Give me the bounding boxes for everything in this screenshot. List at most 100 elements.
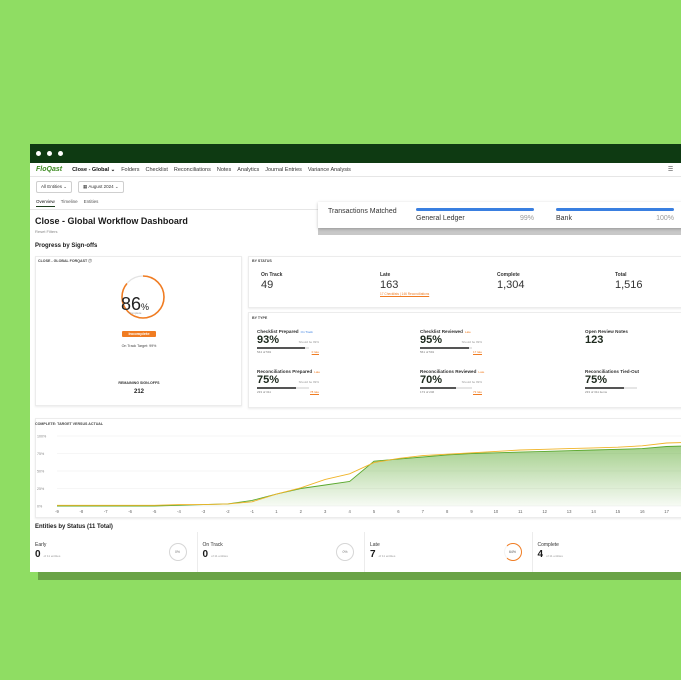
x-tick-label: 4: [348, 509, 351, 514]
nav-item-folders[interactable]: Folders: [121, 167, 139, 173]
nav-item-checklist[interactable]: Checklist: [146, 167, 168, 173]
tab-overview[interactable]: Overview: [36, 199, 55, 207]
x-tick-label: 5: [373, 509, 376, 514]
type-card-should: Should be 99%: [298, 380, 319, 384]
type-card-progress: [420, 347, 472, 349]
type-card-value: 95%: [420, 334, 443, 346]
match-value: 100%: [656, 215, 674, 222]
general-ledger-col: General Ledger 99%: [416, 208, 534, 222]
list-icon[interactable]: ☰: [668, 166, 673, 173]
type-card-late-link[interactable]: 78 late: [310, 390, 319, 394]
type-card[interactable]: Reconciliations Prepared Late 75% Should be…: [257, 369, 357, 394]
entity-status-value: 7 of 11 entities: [370, 549, 395, 560]
status-value: 1,516: [615, 279, 643, 291]
type-card-value: 75%: [585, 374, 608, 386]
type-card-late-link[interactable]: 73 late: [473, 390, 482, 394]
type-card-tag: Late: [314, 370, 320, 374]
status-value: 163: [380, 279, 399, 291]
entity-count-sub: of 11 entities: [546, 554, 563, 558]
entity-count: 4: [537, 549, 544, 560]
remaining-signoffs-value: 212: [133, 389, 144, 395]
nav-item-analytics[interactable]: Analytics: [237, 167, 259, 173]
type-card[interactable]: Open Review Notes 123: [585, 329, 681, 346]
match-label: General Ledger: [416, 215, 465, 222]
window-titlebar: [30, 144, 681, 163]
x-tick-label: 3: [324, 509, 327, 514]
tab-entities[interactable]: Entities: [84, 199, 99, 207]
x-tick-label: 6: [397, 509, 400, 514]
type-card[interactable]: Checklist Prepared On Track 93% Should be 9…: [257, 329, 357, 354]
entity-status-complete[interactable]: Complete 4 of 11 entities: [533, 532, 681, 572]
entity-status-label: On Track: [202, 542, 223, 548]
nav-item-journal-entries[interactable]: Journal Entries: [265, 167, 302, 173]
x-tick-label: 14: [591, 509, 596, 514]
nav-item-reconciliations[interactable]: Reconciliations: [174, 167, 211, 173]
status-badge: Incomplete: [122, 331, 156, 337]
tab-timeline[interactable]: Timeline: [61, 199, 78, 207]
entity-status-late[interactable]: Late 7 of 11 entities 64%: [365, 532, 533, 572]
floqast-logo[interactable]: FloQast: [36, 166, 62, 173]
match-value: 99%: [519, 215, 534, 222]
entities-filter-label: All Entities: [41, 184, 63, 189]
entity-ring: 0%: [336, 543, 354, 561]
type-card-count: 233 of 311: [257, 389, 271, 394]
entities-filter[interactable]: All Entities ⌄: [36, 181, 73, 193]
x-tick-label: -9: [55, 509, 59, 514]
entity-status-value: 0 of 11 entities: [203, 549, 228, 560]
x-tick-label: 13: [567, 509, 572, 514]
x-tick-label: 10: [494, 509, 499, 514]
x-tick-label: -2: [226, 509, 230, 514]
window-control-dot[interactable]: [58, 151, 63, 156]
y-tick-label: 100%: [37, 435, 47, 439]
type-card-progress: [585, 387, 637, 389]
type-card[interactable]: Reconciliations Tied-Out 75% 233 of 311 it…: [585, 369, 681, 394]
by-status-label: BY STATUS: [252, 259, 272, 263]
type-card-progress: [257, 387, 309, 389]
x-tick-label: -1: [250, 509, 254, 514]
type-card-tag: Late: [464, 330, 471, 334]
entity-count: 0: [35, 549, 41, 560]
entity-status-label: Complete: [537, 542, 559, 548]
x-tick-label: 11: [518, 509, 523, 514]
nav-item-close-global[interactable]: Close - Global ⌄: [72, 167, 115, 173]
period-filter[interactable]: ▦ August 2024 ⌄: [78, 181, 124, 193]
window-control-dot[interactable]: [47, 151, 52, 156]
entity-status-early[interactable]: Early 0 of 11 entities 0%: [30, 532, 198, 572]
x-tick-label: -8: [80, 509, 84, 514]
x-tick-label: 1: [275, 509, 278, 514]
nav-item-variance-analysis[interactable]: Variance Analysis: [308, 167, 351, 173]
x-tick-label: -6: [128, 509, 132, 514]
type-card[interactable]: Checklist Reviewed Late 95% Should be 99% 56…: [420, 329, 520, 354]
match-label: Bank: [556, 215, 572, 222]
status-late: Late 163 17 Checklists | 146 Reconciliat…: [380, 272, 429, 296]
reset-filters-link[interactable]: Reset Filters: [35, 229, 57, 234]
entity-status-on-track[interactable]: On Track 0 of 11 entities 0%: [198, 532, 365, 572]
target-vs-actual-chart: 100%75%50%25%0%-9 -8 -7 -6 -5 -4 -3 -2 -1 1 2 3 4 5 6 7…: [37, 435, 681, 514]
type-card-tag: Late: [478, 370, 485, 374]
window-control-dot[interactable]: [36, 151, 41, 156]
entity-count-sub: of 11 entities: [43, 554, 61, 558]
late-breakdown-link[interactable]: 17 Checklists | 146 Reconciliations: [380, 292, 429, 296]
top-nav: FloQast Close - Global ⌄ Folders Checkli…: [30, 163, 681, 177]
status-label: On Track: [261, 272, 283, 278]
entity-status-label: Late: [370, 542, 380, 548]
x-tick-label: 17: [664, 509, 669, 514]
type-card-late-link[interactable]: 0 late: [312, 350, 319, 354]
x-tick-label: 7: [422, 509, 425, 514]
match-bar: [416, 208, 534, 211]
type-card-late-link[interactable]: 17 late: [473, 350, 482, 354]
type-card-progress: [257, 347, 309, 349]
status-value: 1,304: [497, 279, 525, 291]
entity-status-value: 4 of 11 entities: [538, 549, 563, 560]
type-card-value: 75%: [257, 374, 280, 386]
entity-ring: 0%: [168, 543, 187, 561]
x-tick-label: -5: [153, 509, 157, 514]
type-card-value: 123: [585, 334, 604, 346]
type-card[interactable]: Reconciliations Reviewed Late 70% Should be…: [420, 369, 520, 394]
type-card-should: Should be 99%: [461, 380, 482, 384]
status-label: Late: [380, 272, 391, 278]
transactions-matched-scrollbar[interactable]: [318, 228, 681, 235]
x-tick-label: -4: [177, 509, 181, 514]
nav-item-notes[interactable]: Notes: [217, 167, 231, 173]
page-title: Close - Global Workflow Dashboard: [35, 216, 188, 226]
